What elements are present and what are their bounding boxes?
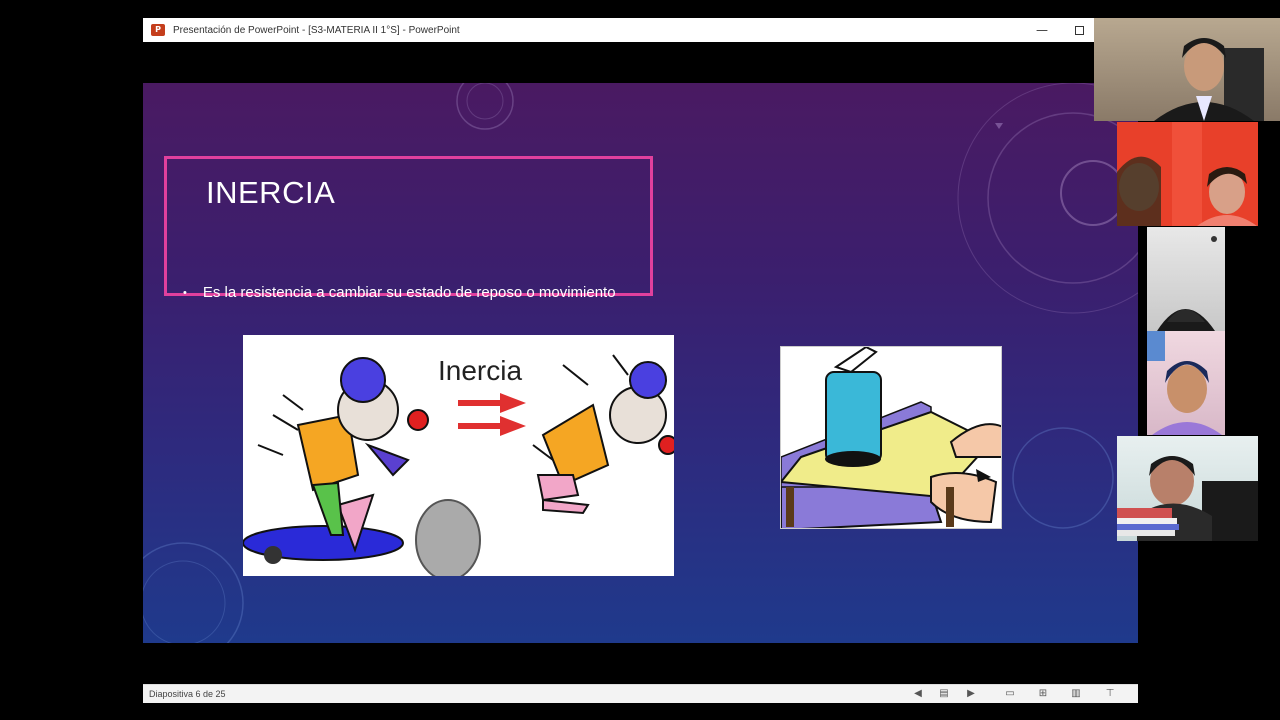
slide-canvas[interactable]: INERCIA • Es la resistencia a cambiar su … xyxy=(143,83,1138,643)
bullet-dot-icon: • xyxy=(183,287,187,300)
slide-sorter-icon[interactable]: ⊞ xyxy=(1037,688,1049,700)
powerpoint-app-icon: P xyxy=(151,24,165,36)
maximize-icon xyxy=(1074,26,1084,35)
inertia-image-label: Inercia xyxy=(438,355,523,386)
participant-3-avatar xyxy=(1157,236,1217,331)
participant-3-video[interactable] xyxy=(1147,227,1225,331)
participant-1-avatar xyxy=(1154,38,1264,121)
maximize-button[interactable] xyxy=(1060,18,1098,42)
participant-5-video[interactable] xyxy=(1117,436,1258,541)
next-slide-icon[interactable]: ▶ xyxy=(965,688,977,700)
participant-4-video[interactable] xyxy=(1147,331,1225,435)
minimize-button[interactable]: — xyxy=(1023,18,1061,42)
participant-5-avatar xyxy=(1117,456,1258,541)
slide-bullet[interactable]: • Es la resistencia a cambiar su estado d… xyxy=(183,284,616,301)
status-bar: Diapositiva 6 de 25 ◀ ▤ ▶ ▭ ⊞ ▥ ⊤ xyxy=(143,684,1138,703)
glass-tablecloth-image[interactable] xyxy=(780,346,1002,529)
reading-view-icon[interactable]: ▥ xyxy=(1070,688,1082,700)
glass-tablecloth-drawing xyxy=(781,347,1001,528)
participant-2-avatar xyxy=(1117,122,1257,226)
slide-counter: Diapositiva 6 de 25 xyxy=(149,689,226,699)
powerpoint-window: P Presentación de PowerPoint - [S3-MATER… xyxy=(143,18,1138,703)
window-title: Presentación de PowerPoint - [S3-MATERIA… xyxy=(173,24,460,36)
participant-2-video[interactable] xyxy=(1117,122,1258,226)
window-titlebar[interactable]: P Presentación de PowerPoint - [S3-MATER… xyxy=(143,18,1094,42)
slide-title[interactable]: INERCIA xyxy=(206,175,335,211)
inertia-cartoon-image[interactable]: Inercia xyxy=(243,335,674,576)
slideshow-icon[interactable]: ⊤ xyxy=(1104,688,1116,700)
participant-4-avatar xyxy=(1147,331,1222,435)
participant-1-video[interactable] xyxy=(1094,18,1280,121)
previous-slide-icon[interactable]: ◀ xyxy=(912,688,924,700)
slide-menu-icon[interactable]: ▤ xyxy=(938,688,950,700)
screen: P Presentación de PowerPoint - [S3-MATER… xyxy=(0,0,1280,720)
bullet-text: Es la resistencia a cambiar su estado de… xyxy=(202,284,616,301)
normal-view-icon[interactable]: ▭ xyxy=(1004,688,1016,700)
